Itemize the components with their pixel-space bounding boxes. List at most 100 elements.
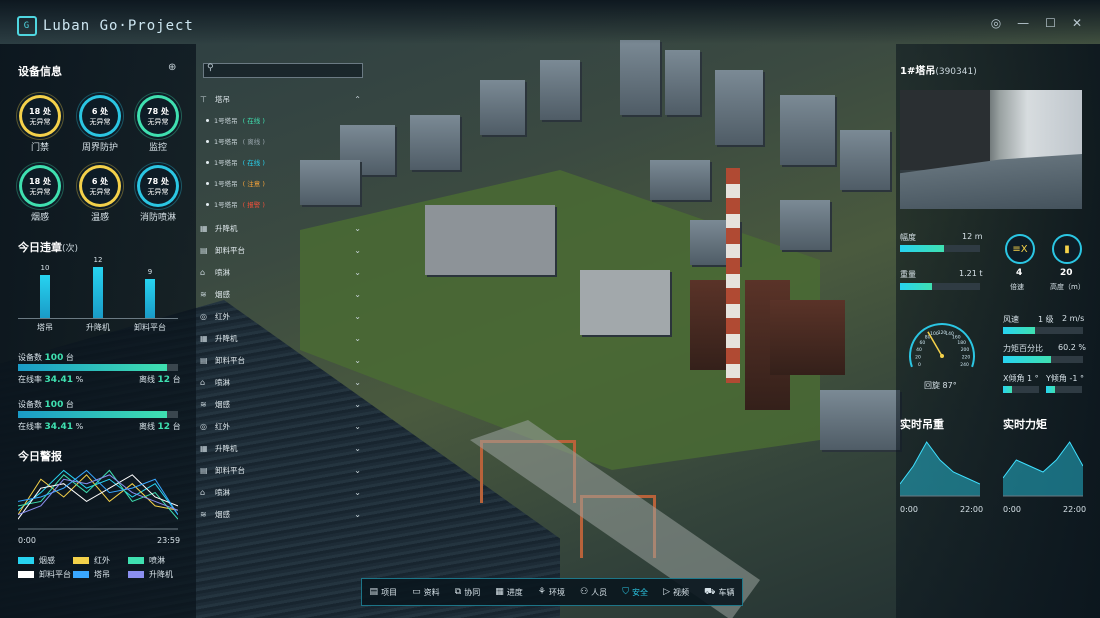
search-input[interactable]: ⚲ bbox=[203, 63, 363, 78]
dock-tab-6[interactable]: ⚇ 人员 bbox=[580, 587, 607, 598]
tree-crane-item[interactable]: 1号塔吊 ( 在线 ) bbox=[206, 157, 265, 167]
alarm-legend-item[interactable]: 塔吊 bbox=[73, 569, 110, 580]
chevron-icon[interactable]: ⌃ bbox=[354, 95, 361, 104]
window-controls: ◎ — ☐ ✕ bbox=[991, 16, 1082, 30]
alarm-legend-item[interactable]: 卸料平台 bbox=[18, 569, 71, 580]
tower-building-7 bbox=[480, 80, 525, 135]
tree-crane-item[interactable]: 1号塔吊 ( 离线 ) bbox=[206, 136, 265, 146]
tree-group[interactable]: ≋ 烟感 ⌄ bbox=[200, 288, 365, 300]
gauge-tick-label: 60 bbox=[919, 340, 925, 346]
device-stat-ring[interactable]: 18 处无异常 bbox=[22, 98, 58, 134]
online-rate-value: 34.41 bbox=[44, 422, 74, 432]
device-online-bar bbox=[18, 411, 178, 418]
app-logo: G Luban Go·Project bbox=[17, 16, 194, 36]
chevron-icon[interactable]: ⌄ bbox=[354, 422, 361, 431]
tree-group[interactable]: ▦ 升降机 ⌄ bbox=[200, 222, 365, 234]
tree-group[interactable]: ▦ 升降机 ⌄ bbox=[200, 442, 365, 454]
dock-tab-icon: ⚇ bbox=[580, 587, 589, 597]
tree-group[interactable]: ⌂ 喷淋 ⌄ bbox=[200, 266, 365, 278]
dock-tab-label: 车辆 bbox=[718, 587, 735, 597]
wind-label: 风速 bbox=[1003, 315, 1019, 324]
add-icon[interactable]: ⊕ bbox=[168, 62, 176, 73]
close-icon[interactable]: ✕ bbox=[1072, 16, 1082, 30]
chevron-icon[interactable]: ⌄ bbox=[354, 224, 361, 233]
chevron-icon[interactable]: ⌄ bbox=[354, 378, 361, 387]
camera-feed[interactable] bbox=[900, 90, 1082, 209]
device-stat-status: 无异常 bbox=[147, 187, 169, 196]
amplitude-value: 12 m bbox=[962, 232, 983, 241]
chevron-icon[interactable]: ⌄ bbox=[354, 444, 361, 453]
device-stat-status: 无异常 bbox=[89, 187, 111, 196]
maximize-icon[interactable]: ☐ bbox=[1045, 16, 1056, 30]
tree-group[interactable]: ◎ 红外 ⌄ bbox=[200, 420, 365, 432]
height-value: 20 bbox=[1060, 268, 1073, 278]
dock-tab-4[interactable]: ▦ 进度 bbox=[495, 587, 523, 598]
alarm-legend-item[interactable]: 喷淋 bbox=[128, 555, 165, 566]
chevron-icon[interactable]: ⌄ bbox=[354, 356, 361, 365]
tree-group-label: 烟感 bbox=[215, 399, 230, 409]
alarm-legend-item[interactable]: 升降机 bbox=[128, 569, 173, 580]
dock-tab-8[interactable]: ▷ 视频 bbox=[663, 587, 689, 598]
offline-unit: 台 bbox=[172, 422, 181, 431]
tree-crane-item[interactable]: 1号塔吊 ( 报警 ) bbox=[206, 199, 265, 209]
tree-group[interactable]: ⌂ 喷淋 ⌄ bbox=[200, 376, 365, 388]
alarm-legend-item[interactable]: 红外 bbox=[73, 555, 110, 566]
chevron-icon[interactable]: ⌄ bbox=[354, 466, 361, 475]
device-stat-ring[interactable]: 18 处无异常 bbox=[22, 168, 58, 204]
device-stat-ring[interactable]: 78 处无异常 bbox=[140, 98, 176, 134]
device-stat-ring[interactable]: 78 处无异常 bbox=[140, 168, 176, 204]
device-count-text: 设备数 100 台 bbox=[18, 352, 74, 363]
tree-crane-status: ( 在线 ) bbox=[242, 159, 265, 167]
wind-bar bbox=[1003, 327, 1083, 334]
realtime-load-title: 实时吊重 bbox=[900, 418, 944, 431]
tree-crane-name: 1号塔吊 bbox=[214, 159, 238, 167]
alarm-legend-item[interactable]: 烟感 bbox=[18, 555, 55, 566]
tree-group[interactable]: ▤ 卸料平台 ⌄ bbox=[200, 244, 365, 256]
device-stat-status: 无异常 bbox=[29, 187, 51, 196]
tree-group[interactable]: ⌂ 喷淋 ⌄ bbox=[200, 486, 365, 498]
tree-group[interactable]: ≋ 烟感 ⌄ bbox=[200, 398, 365, 410]
chevron-icon[interactable]: ⌄ bbox=[354, 246, 361, 255]
alarm-legend-label: 红外 bbox=[94, 556, 110, 565]
tree-group[interactable]: ▦ 升降机 ⌄ bbox=[200, 332, 365, 344]
dock-tab-2[interactable]: ▭ 资料 bbox=[412, 587, 440, 598]
device-stat-ring[interactable]: 6 处无异常 bbox=[82, 98, 118, 134]
gauge-tick-label: 160 bbox=[952, 335, 961, 341]
chevron-icon[interactable]: ⌄ bbox=[354, 334, 361, 343]
dock-tab-9[interactable]: ⛟ 车辆 bbox=[704, 587, 734, 598]
dock-tab-5[interactable]: ⚘ 环境 bbox=[538, 587, 565, 598]
chevron-icon[interactable]: ⌄ bbox=[354, 488, 361, 497]
dock-tab-3[interactable]: ⧉ 协同 bbox=[455, 587, 480, 598]
dock-tab-7[interactable]: ⛉ 安全 bbox=[622, 587, 648, 598]
chevron-icon[interactable]: ⌄ bbox=[354, 268, 361, 277]
tree-group[interactable]: ▤ 卸料平台 ⌄ bbox=[200, 354, 365, 366]
speed-icon[interactable]: ≡X bbox=[1005, 234, 1035, 264]
tower-building-5 bbox=[840, 130, 890, 190]
weight-value: 1.21 t bbox=[959, 269, 983, 278]
minimize-icon[interactable]: — bbox=[1017, 16, 1029, 30]
settings-icon[interactable]: ◎ bbox=[991, 16, 1001, 30]
tower-building-8 bbox=[410, 115, 460, 170]
tree-group-icon: ▤ bbox=[200, 355, 208, 365]
online-rate-pct: % bbox=[75, 375, 84, 384]
dock-tab-icon: ▦ bbox=[495, 587, 504, 597]
device-stat-ring[interactable]: 6 处无异常 bbox=[82, 168, 118, 204]
device-count-value: 100 bbox=[44, 400, 64, 410]
load-x-start: 0:00 bbox=[900, 505, 918, 514]
device-stat-count: 78 处 bbox=[147, 106, 169, 116]
violation-bar-category: 卸料平台 bbox=[134, 323, 166, 332]
violations-title: 今日违章(次) bbox=[18, 241, 79, 254]
tree-group[interactable]: ⊤ 塔吊 ⌃ bbox=[200, 93, 365, 105]
dock-tab-1[interactable]: ▤ 项目 bbox=[370, 587, 398, 598]
chevron-icon[interactable]: ⌄ bbox=[354, 400, 361, 409]
height-icon[interactable]: ▮ bbox=[1052, 234, 1082, 264]
tree-crane-item[interactable]: 1号塔吊 ( 注意 ) bbox=[206, 178, 265, 188]
tree-group[interactable]: ◎ 红外 ⌄ bbox=[200, 310, 365, 322]
chevron-icon[interactable]: ⌄ bbox=[354, 312, 361, 321]
tree-crane-item[interactable]: 1号塔吊 ( 在线 ) bbox=[206, 115, 265, 125]
tree-group[interactable]: ≋ 烟感 ⌄ bbox=[200, 508, 365, 520]
chevron-icon[interactable]: ⌄ bbox=[354, 290, 361, 299]
tree-group[interactable]: ▤ 卸料平台 ⌄ bbox=[200, 464, 365, 476]
chevron-icon[interactable]: ⌄ bbox=[354, 510, 361, 519]
device-count-label: 设备数 bbox=[18, 353, 42, 362]
